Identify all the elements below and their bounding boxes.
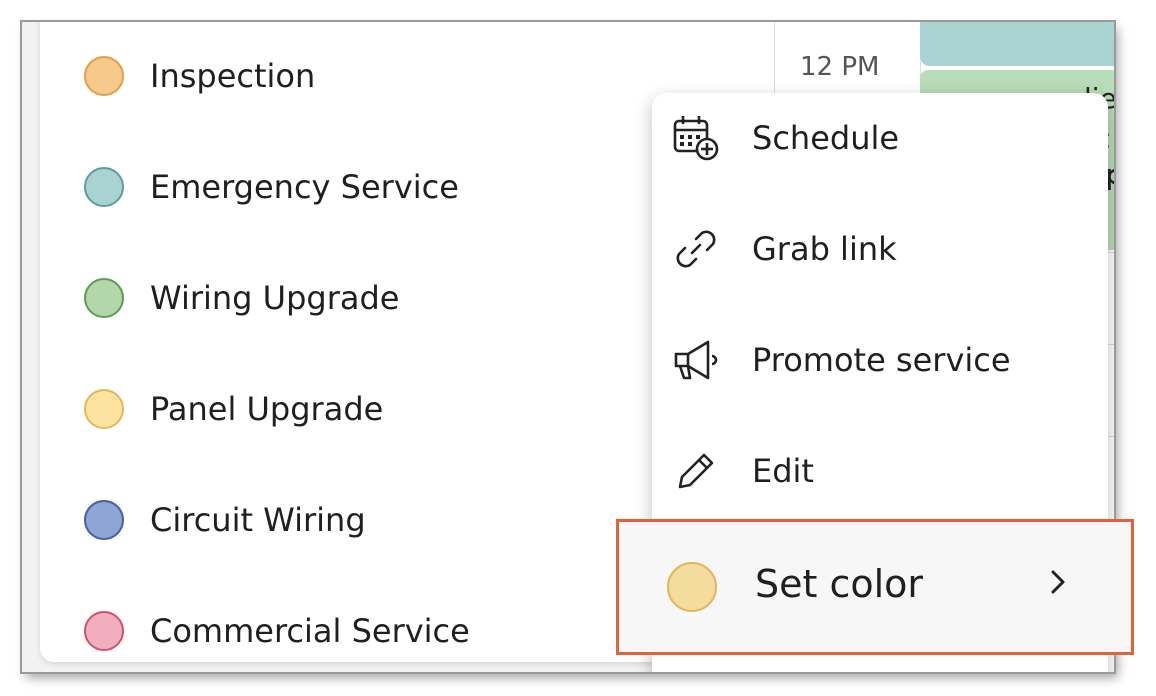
color-swatch — [667, 562, 717, 612]
service-label: Wiring Upgrade — [150, 279, 400, 317]
menu-item-grab-link[interactable]: Grab link — [630, 199, 1086, 299]
service-label: Inspection — [150, 57, 316, 95]
chevron-right-icon — [1051, 570, 1065, 594]
service-label: Circuit Wiring — [150, 501, 366, 539]
menu-item-promote-service[interactable]: Promote service — [630, 310, 1086, 410]
megaphone-icon — [674, 340, 718, 380]
color-dot — [84, 56, 124, 96]
menu-item-label: Set color — [755, 562, 924, 606]
service-item-emergency-service[interactable]: Emergency Service — [84, 157, 459, 217]
menu-item-label: Grab link — [752, 230, 897, 268]
service-label: Emergency Service — [150, 168, 459, 206]
service-item-commercial-service[interactable]: Commercial Service — [84, 601, 470, 661]
menu-item-edit[interactable]: Edit — [630, 421, 1086, 521]
menu-item-label: Promote service — [752, 341, 1011, 379]
menu-item-label: Schedule — [752, 119, 900, 157]
service-item-inspection[interactable]: Inspection — [84, 46, 315, 106]
menu-item-schedule[interactable]: Schedule — [630, 88, 1086, 188]
color-dot — [84, 278, 124, 318]
calendar-plus-icon — [673, 116, 719, 161]
service-item-wiring-upgrade[interactable]: Wiring Upgrade — [84, 268, 399, 328]
service-item-circuit-wiring[interactable]: Circuit Wiring — [84, 490, 366, 550]
pencil-icon — [678, 453, 714, 489]
time-label: 12 PM — [800, 52, 880, 82]
menu-item-label: Edit — [752, 452, 814, 490]
color-dot — [84, 167, 124, 207]
color-dot — [84, 389, 124, 429]
link-icon — [676, 230, 716, 268]
color-dot — [84, 611, 124, 651]
service-label: Panel Upgrade — [150, 390, 384, 428]
menu-item-set-color[interactable]: Set color — [616, 519, 1134, 655]
color-dot — [84, 500, 124, 540]
service-label: Commercial Service — [150, 612, 470, 650]
calendar-event-teal[interactable] — [920, 22, 1114, 66]
service-item-panel-upgrade[interactable]: Panel Upgrade — [84, 379, 383, 439]
